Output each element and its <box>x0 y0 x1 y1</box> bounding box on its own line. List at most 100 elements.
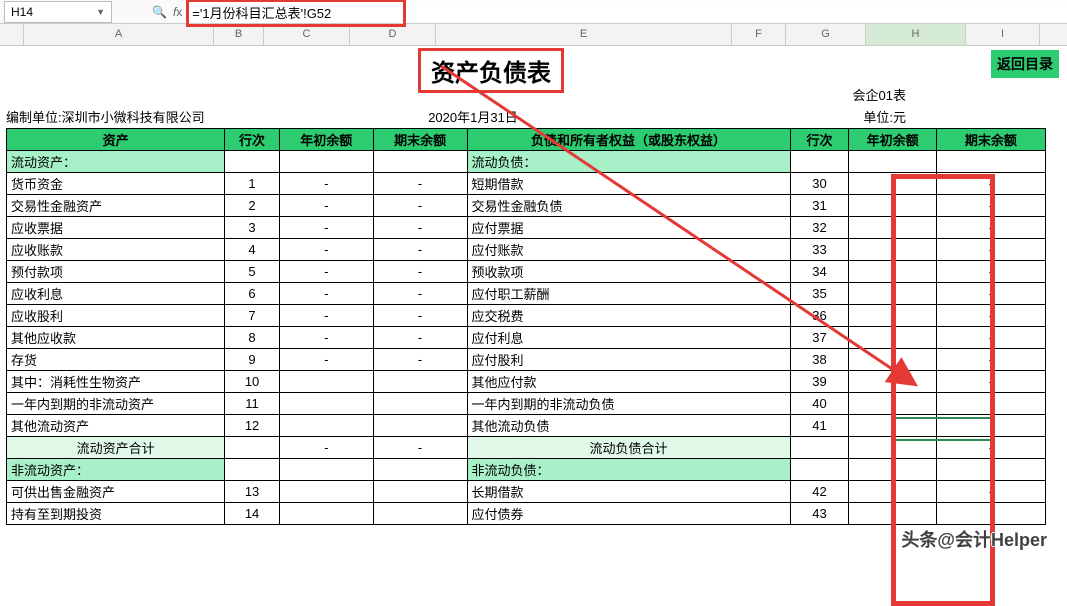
cell[interactable]: 短期借款 <box>467 173 790 195</box>
cell[interactable] <box>225 151 280 173</box>
cell[interactable]: 9 <box>225 349 280 371</box>
cell[interactable]: 应付票据 <box>467 217 790 239</box>
cell[interactable] <box>849 503 936 525</box>
cell[interactable] <box>849 459 936 481</box>
cell[interactable]: - <box>279 261 373 283</box>
col-header-F[interactable]: F <box>732 24 786 45</box>
cell[interactable]: - <box>849 481 936 503</box>
cell[interactable]: 应收股利 <box>7 305 225 327</box>
cell[interactable]: 36 <box>790 305 849 327</box>
cell[interactable]: - <box>279 305 373 327</box>
cell[interactable] <box>279 151 373 173</box>
cell[interactable] <box>279 503 373 525</box>
cell[interactable]: 37 <box>790 327 849 349</box>
cell[interactable]: - <box>279 327 373 349</box>
cell[interactable]: - <box>936 261 1045 283</box>
cell[interactable]: - <box>373 173 467 195</box>
cell[interactable]: 预付款项 <box>7 261 225 283</box>
cell[interactable]: 流动资产合计 <box>7 437 225 459</box>
cell[interactable] <box>373 151 467 173</box>
cell[interactable]: - <box>279 437 373 459</box>
cell[interactable]: 31 <box>790 195 849 217</box>
cell[interactable]: - <box>279 349 373 371</box>
cell[interactable]: - <box>373 349 467 371</box>
cell[interactable] <box>225 437 280 459</box>
cell[interactable] <box>790 437 849 459</box>
cell[interactable]: - <box>936 481 1045 503</box>
cell[interactable]: - <box>936 371 1045 393</box>
cell[interactable]: - <box>279 195 373 217</box>
cell[interactable]: 38 <box>790 349 849 371</box>
cell[interactable]: 13 <box>225 481 280 503</box>
cell[interactable]: 非流动负债： <box>467 459 790 481</box>
cell[interactable]: 6 <box>225 283 280 305</box>
col-header-I[interactable]: I <box>966 24 1040 45</box>
cell[interactable] <box>279 415 373 437</box>
cell[interactable]: - <box>373 437 467 459</box>
cell[interactable] <box>936 393 1045 415</box>
cell[interactable]: - <box>936 283 1045 305</box>
select-all-corner[interactable] <box>0 24 24 45</box>
cell[interactable]: - <box>936 239 1045 261</box>
cell[interactable]: 其他流动负债 <box>467 415 790 437</box>
cell[interactable]: 43 <box>790 503 849 525</box>
cell[interactable] <box>279 393 373 415</box>
cell[interactable]: 40 <box>790 393 849 415</box>
col-header-H[interactable]: H <box>866 24 966 45</box>
cell[interactable]: 交易性金融资产 <box>7 195 225 217</box>
cell[interactable]: - <box>373 239 467 261</box>
cell[interactable]: 39 <box>790 371 849 393</box>
cell[interactable] <box>849 415 936 437</box>
cell[interactable]: 其中：消耗性生物资产 <box>7 371 225 393</box>
cell[interactable]: 应付账款 <box>467 239 790 261</box>
name-box[interactable]: H14 ▼ <box>4 1 112 23</box>
cell[interactable] <box>279 459 373 481</box>
cell[interactable]: 货币资金 <box>7 173 225 195</box>
cell[interactable]: 应收账款 <box>7 239 225 261</box>
cell[interactable] <box>373 393 467 415</box>
col-header-B[interactable]: B <box>214 24 264 45</box>
cell[interactable]: 8 <box>225 327 280 349</box>
cell[interactable]: - <box>373 305 467 327</box>
cell[interactable]: 1 <box>225 173 280 195</box>
cell[interactable] <box>790 459 849 481</box>
cell[interactable] <box>936 415 1045 437</box>
cell[interactable]: 预收款项 <box>467 261 790 283</box>
cell[interactable]: - <box>936 437 1045 459</box>
cell[interactable]: 一年内到期的非流动资产 <box>7 393 225 415</box>
cell[interactable]: 7 <box>225 305 280 327</box>
fx-icon[interactable]: fx <box>173 5 182 19</box>
cell[interactable] <box>936 151 1045 173</box>
cell[interactable] <box>373 459 467 481</box>
chevron-down-icon[interactable]: ▼ <box>96 7 105 17</box>
cell[interactable]: - <box>279 239 373 261</box>
cell[interactable]: 流动负债： <box>467 151 790 173</box>
cell[interactable] <box>936 459 1045 481</box>
formula-input[interactable]: ='1月份科目汇总表'!G52 <box>186 1 1067 23</box>
cell[interactable]: - <box>849 437 936 459</box>
cell[interactable] <box>849 173 936 195</box>
cell[interactable]: 应付利息 <box>467 327 790 349</box>
col-header-D[interactable]: D <box>350 24 436 45</box>
cell[interactable]: 14 <box>225 503 280 525</box>
cell[interactable]: - <box>373 261 467 283</box>
cell[interactable]: 30 <box>790 173 849 195</box>
cell[interactable]: 存货 <box>7 349 225 371</box>
col-header-A[interactable]: A <box>24 24 214 45</box>
cell[interactable]: 41 <box>790 415 849 437</box>
cell[interactable]: - <box>936 217 1045 239</box>
cell[interactable] <box>849 327 936 349</box>
cell[interactable]: 其他应收款 <box>7 327 225 349</box>
cell[interactable]: 应收票据 <box>7 217 225 239</box>
cell[interactable]: - <box>373 195 467 217</box>
cell[interactable]: 应收利息 <box>7 283 225 305</box>
cell[interactable] <box>279 371 373 393</box>
cell[interactable]: 应交税费 <box>467 305 790 327</box>
cell[interactable]: 3 <box>225 217 280 239</box>
cell[interactable]: 流动负债合计 <box>467 437 790 459</box>
cell[interactable] <box>279 481 373 503</box>
cell[interactable] <box>373 503 467 525</box>
col-header-G[interactable]: G <box>786 24 866 45</box>
cell[interactable] <box>373 481 467 503</box>
cell[interactable]: 长期借款 <box>467 481 790 503</box>
